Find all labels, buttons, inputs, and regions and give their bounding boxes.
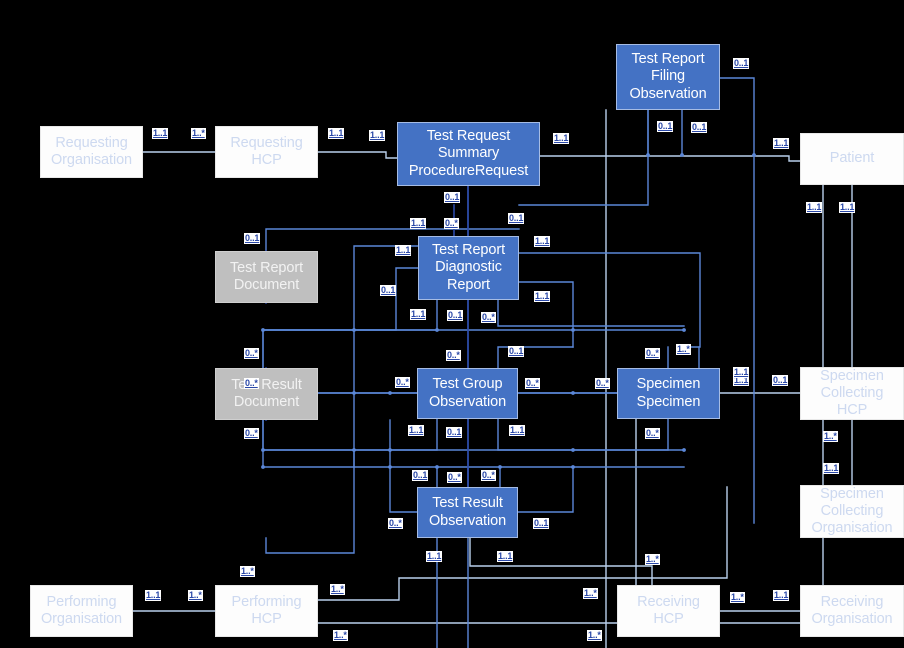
multiplicity-label: 1..*	[645, 554, 660, 565]
multiplicity-label: 1..1	[410, 309, 427, 320]
multiplicity-label: 0..1	[733, 58, 750, 69]
node-specimen-collecting-hcp[interactable]: Specimen Collecting HCP	[800, 367, 904, 420]
multiplicity-label: 0..*	[244, 348, 259, 359]
multiplicity-label: 1..*	[333, 630, 348, 641]
node-label: Test Group Observation	[428, 376, 507, 410]
diagram-canvas: Requesting Organisation Requesting HCP Test …	[0, 0, 904, 648]
node-test-report-document[interactable]: Test Report Document	[215, 251, 318, 303]
node-label: Specimen Collecting Organisation	[811, 485, 893, 537]
node-test-result-document[interactable]: Test Result Document	[215, 368, 318, 420]
node-specimen-specimen[interactable]: Specimen Specimen	[617, 368, 720, 419]
multiplicity-label: 1..1	[497, 551, 514, 562]
multiplicity-label: 0..1	[444, 192, 461, 203]
multiplicity-label: 0..1	[508, 213, 525, 224]
multiplicity-label: 0..1	[533, 518, 550, 529]
node-label: Requesting HCP	[230, 134, 303, 168]
node-test-group-observation[interactable]: Test Group Observation	[417, 368, 518, 419]
node-test-request-summary[interactable]: Test Request Summary ProcedureRequest	[397, 122, 540, 186]
multiplicity-label: 0..*	[388, 518, 403, 529]
multiplicity-label: 0..*	[481, 470, 496, 481]
multiplicity-label: 0..1	[412, 470, 429, 481]
multiplicity-label: 0..*	[444, 218, 459, 229]
multiplicity-label: 1..1	[509, 425, 526, 436]
multiplicity-label: 1..1	[773, 138, 790, 149]
node-label: Performing Organisation	[40, 593, 122, 627]
node-performing-organisation[interactable]: Performing Organisation	[30, 585, 133, 637]
node-requesting-organisation[interactable]: Requesting Organisation	[40, 126, 143, 178]
node-label: Test Report Document	[229, 259, 304, 293]
multiplicity-label: 0..1	[447, 310, 464, 321]
multiplicity-label: 0..*	[595, 378, 610, 389]
node-label: Specimen Specimen	[636, 376, 701, 410]
multiplicity-label: 1..1	[395, 245, 412, 256]
multiplicity-label: 1..1	[839, 202, 856, 213]
multiplicity-label: 1..1	[328, 128, 345, 139]
multiplicity-label: 0..1	[508, 346, 525, 357]
connector-layer	[132, 77, 904, 648]
multiplicity-label: 0..*	[395, 377, 410, 388]
multiplicity-label: 0..*	[481, 312, 496, 323]
multiplicity-label: 1..1	[773, 590, 790, 601]
node-label: Test Result Document	[231, 376, 302, 410]
multiplicity-label: 1..1	[369, 130, 386, 141]
multiplicity-label: 0..*	[244, 428, 259, 439]
node-patient[interactable]: Patient	[800, 133, 904, 185]
multiplicity-label: 1..*	[730, 592, 745, 603]
multiplicity-label: 0..*	[645, 428, 660, 439]
multiplicity-label: 1..*	[823, 431, 838, 442]
node-label: Test Report Diagnostic Report	[431, 242, 506, 293]
multiplicity-label: 1..1	[410, 218, 427, 229]
multiplicity-label: 0..*	[645, 348, 660, 359]
multiplicity-label: 1..1	[145, 590, 162, 601]
node-label: Specimen Collecting HCP	[820, 367, 884, 419]
multiplicity-label: 1..*	[330, 584, 345, 595]
node-label: Test Request Summary ProcedureRequest	[408, 128, 529, 179]
node-label: Test Report Filing Observation	[629, 51, 707, 102]
multiplicity-label: 0..1	[691, 122, 708, 133]
multiplicity-label: 1..1	[426, 551, 443, 562]
multiplicity-label: 1..1	[534, 236, 551, 247]
node-label: Patient	[829, 150, 875, 167]
node-receiving-organisation[interactable]: Receiving Organisation	[800, 585, 904, 637]
multiplicity-label: 0..*	[525, 378, 540, 389]
node-label: Test Result Observation	[428, 495, 507, 529]
node-test-report-filing-observation[interactable]: Test Report Filing Observation	[616, 44, 720, 110]
node-test-report-diagnostic-report[interactable]: Test Report Diagnostic Report	[418, 236, 519, 300]
multiplicity-label: 1..1	[823, 463, 840, 474]
multiplicity-label: 0..1	[657, 121, 674, 132]
node-label: Receiving Organisation	[811, 593, 893, 627]
node-receiving-hcp[interactable]: Receiving HCP	[617, 585, 720, 637]
node-test-result-observation[interactable]: Test Result Observation	[417, 487, 518, 538]
node-requesting-hcp[interactable]: Requesting HCP	[215, 126, 318, 178]
multiplicity-label: 1..1	[806, 202, 823, 213]
node-label: Requesting Organisation	[50, 134, 132, 168]
node-specimen-collecting-organisation[interactable]: Specimen Collecting Organisation	[800, 485, 904, 538]
node-performing-hcp[interactable]: Performing HCP	[215, 585, 318, 637]
multiplicity-label: 1..*	[583, 588, 598, 599]
multiplicity-label: 0..1	[244, 233, 261, 244]
multiplicity-label: 0..1	[772, 375, 789, 386]
node-label: Performing HCP	[231, 593, 302, 627]
multiplicity-label: 0..1	[446, 427, 463, 438]
node-label: Receiving HCP	[637, 593, 700, 627]
multiplicity-label: 0..*	[244, 378, 259, 389]
multiplicity-label: 1..1	[152, 128, 169, 139]
multiplicity-label: 1..1	[408, 425, 425, 436]
multiplicity-label: 1..*	[240, 566, 255, 577]
multiplicity-label: 1..*	[587, 630, 602, 641]
multiplicity-label: 1..1	[733, 367, 750, 378]
multiplicity-label: 1..1	[553, 133, 570, 144]
multiplicity-label: 0..1	[380, 285, 397, 296]
multiplicity-label: 0..*	[447, 472, 462, 483]
multiplicity-label: 1..*	[676, 344, 691, 355]
multiplicity-label: 0..*	[446, 350, 461, 361]
multiplicity-label: 1..*	[188, 590, 203, 601]
multiplicity-label: 1..1	[534, 291, 551, 302]
multiplicity-label: 1..*	[191, 128, 206, 139]
